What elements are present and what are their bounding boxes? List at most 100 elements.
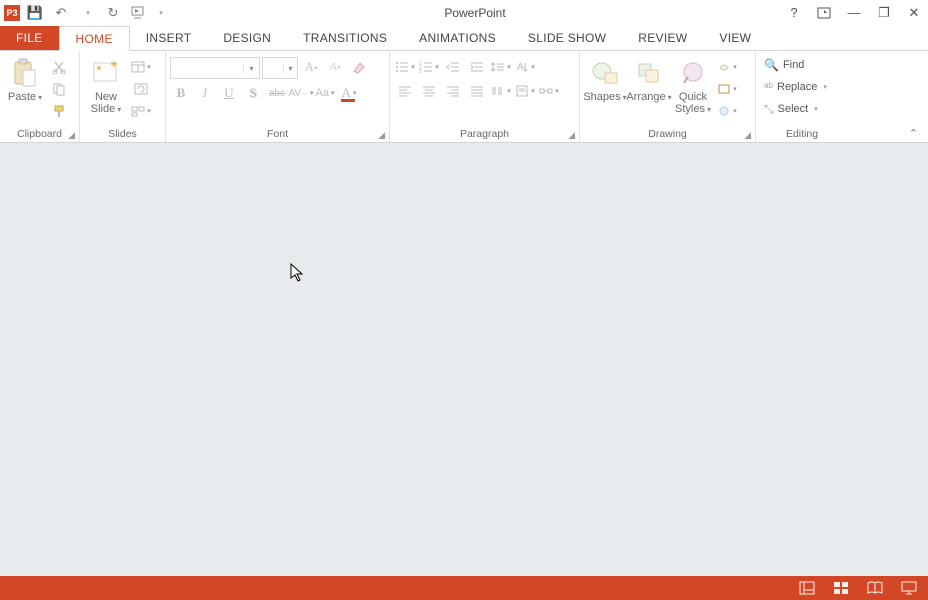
layout-button[interactable] (130, 57, 152, 77)
close-button[interactable]: ✕ (904, 3, 924, 23)
paste-label: Paste (8, 91, 36, 103)
text-direction-button[interactable]: A (514, 57, 536, 77)
tab-animations[interactable]: ANIMATIONS (403, 26, 512, 50)
window-controls: ? — ❐ ✕ (784, 3, 924, 23)
new-slide-label-2: Slide (91, 103, 115, 115)
quick-styles-button[interactable]: QuickStyles (672, 53, 714, 116)
group-clipboard: Paste Clipboard ◢ (0, 51, 80, 142)
tab-home[interactable]: HOME (59, 26, 130, 51)
tab-insert[interactable]: INSERT (130, 26, 208, 50)
font-color-button[interactable]: A (338, 83, 360, 103)
replace-button[interactable]: ᵃᵇ Replace (760, 77, 831, 97)
shape-fill-button[interactable] (716, 57, 738, 77)
bullets-button[interactable] (394, 57, 416, 77)
slideshow-view-button[interactable] (900, 580, 918, 596)
ribbon: Paste Clipboard◢ NewSlid (0, 51, 928, 143)
shape-outline-button[interactable] (716, 79, 738, 99)
tab-review[interactable]: REVIEW (622, 26, 703, 50)
drawing-group-label: Drawing (648, 128, 687, 140)
section-button[interactable] (130, 101, 152, 121)
minimize-button[interactable]: — (844, 3, 864, 23)
select-label: Select (778, 103, 809, 115)
change-case-button[interactable]: Aa (314, 83, 336, 103)
undo-dropdown[interactable] (76, 2, 98, 24)
new-slide-label-1: New (95, 91, 117, 103)
redo-icon[interactable]: ↻ (102, 2, 124, 24)
paragraph-launcher-icon[interactable]: ◢ (568, 130, 575, 141)
paste-button[interactable]: Paste (4, 53, 46, 104)
select-button[interactable]: ⤡ Select (760, 99, 822, 119)
format-painter-button[interactable] (48, 101, 70, 121)
replace-icon: ᵃᵇ (764, 80, 773, 94)
chevron-down-icon: ▾ (243, 64, 259, 73)
smartart-button[interactable] (538, 81, 560, 101)
columns-button[interactable] (490, 81, 512, 101)
window-title: PowerPoint (166, 6, 784, 20)
save-icon[interactable]: 💾 (24, 2, 46, 24)
paragraph-group-label: Paragraph (460, 128, 509, 140)
paste-icon (9, 57, 41, 89)
line-spacing-button[interactable] (490, 57, 512, 77)
font-size-combobox[interactable]: ▾ (262, 57, 298, 79)
italic-button[interactable]: I (194, 83, 216, 103)
slide-stage[interactable] (0, 143, 928, 576)
select-icon: ⤡ (764, 102, 774, 117)
copy-button[interactable] (48, 79, 70, 99)
align-right-button[interactable] (442, 81, 464, 101)
increase-indent-button[interactable] (466, 57, 488, 77)
font-name-combobox[interactable]: ▾ (170, 57, 260, 79)
new-slide-button[interactable]: NewSlide (84, 53, 128, 116)
replace-label: Replace (777, 81, 817, 93)
help-button[interactable]: ? (784, 3, 804, 23)
tab-transitions[interactable]: TRANSITIONS (287, 26, 403, 50)
arrange-button[interactable]: Arrange (628, 53, 670, 104)
reading-view-button[interactable] (866, 580, 884, 596)
numbering-button[interactable]: 123 (418, 57, 440, 77)
drawing-launcher-icon[interactable]: ◢ (744, 130, 751, 141)
character-spacing-button[interactable]: AV↔ (290, 83, 312, 103)
arrange-icon (633, 57, 665, 89)
shapes-button[interactable]: Shapes (584, 53, 626, 104)
clear-formatting-button[interactable] (348, 57, 370, 77)
find-button[interactable]: 🔍Find (760, 55, 808, 75)
clipboard-launcher-icon[interactable]: ◢ (68, 130, 75, 141)
mouse-cursor-icon (290, 263, 306, 288)
svg-text:1: 1 (419, 61, 422, 67)
shadow-button[interactable]: S (242, 83, 264, 103)
tab-slideshow[interactable]: SLIDE SHOW (512, 26, 622, 50)
slide-sorter-view-button[interactable] (832, 580, 850, 596)
decrease-font-size-button[interactable]: A▾ (324, 57, 346, 77)
tab-file[interactable]: FILE (0, 26, 59, 50)
cut-button[interactable] (48, 57, 70, 77)
strikethrough-button[interactable]: abc (266, 83, 288, 103)
restore-button[interactable]: ❐ (874, 3, 894, 23)
align-left-button[interactable] (394, 81, 416, 101)
shape-effects-button[interactable] (716, 101, 738, 121)
qat-customize-dropdown[interactable] (154, 2, 166, 24)
start-from-beginning-icon[interactable] (128, 2, 150, 24)
find-icon: 🔍 (764, 58, 779, 72)
increase-font-size-button[interactable]: A▴ (300, 57, 322, 77)
bold-button[interactable]: B (170, 83, 192, 103)
title-bar: P3 💾 ↶ ↻ PowerPoint ? — ❐ ✕ (0, 0, 928, 26)
tab-view[interactable]: VIEW (703, 26, 767, 50)
decrease-indent-button[interactable] (442, 57, 464, 77)
normal-view-button[interactable] (798, 580, 816, 596)
underline-button[interactable]: U (218, 83, 240, 103)
align-center-button[interactable] (418, 81, 440, 101)
reset-button[interactable] (130, 79, 152, 99)
ribbon-display-options-button[interactable] (814, 3, 834, 23)
undo-icon[interactable]: ↶ (50, 2, 72, 24)
font-launcher-icon[interactable]: ◢ (378, 130, 385, 141)
status-bar (0, 576, 928, 600)
collapse-ribbon-button[interactable]: ⌃ (909, 127, 918, 140)
align-text-button[interactable] (514, 81, 536, 101)
group-drawing: Shapes Arrange QuickStyles Drawing ◢ (580, 51, 756, 142)
clipboard-group-label: Clipboard (17, 128, 62, 140)
shapes-label: Shapes (583, 91, 620, 103)
tab-design[interactable]: DESIGN (207, 26, 287, 50)
powerpoint-app-icon: P3 (4, 5, 20, 21)
quick-styles-label-1: Quick (679, 91, 707, 103)
quick-styles-label-2: Styles (675, 103, 705, 115)
justify-button[interactable] (466, 81, 488, 101)
